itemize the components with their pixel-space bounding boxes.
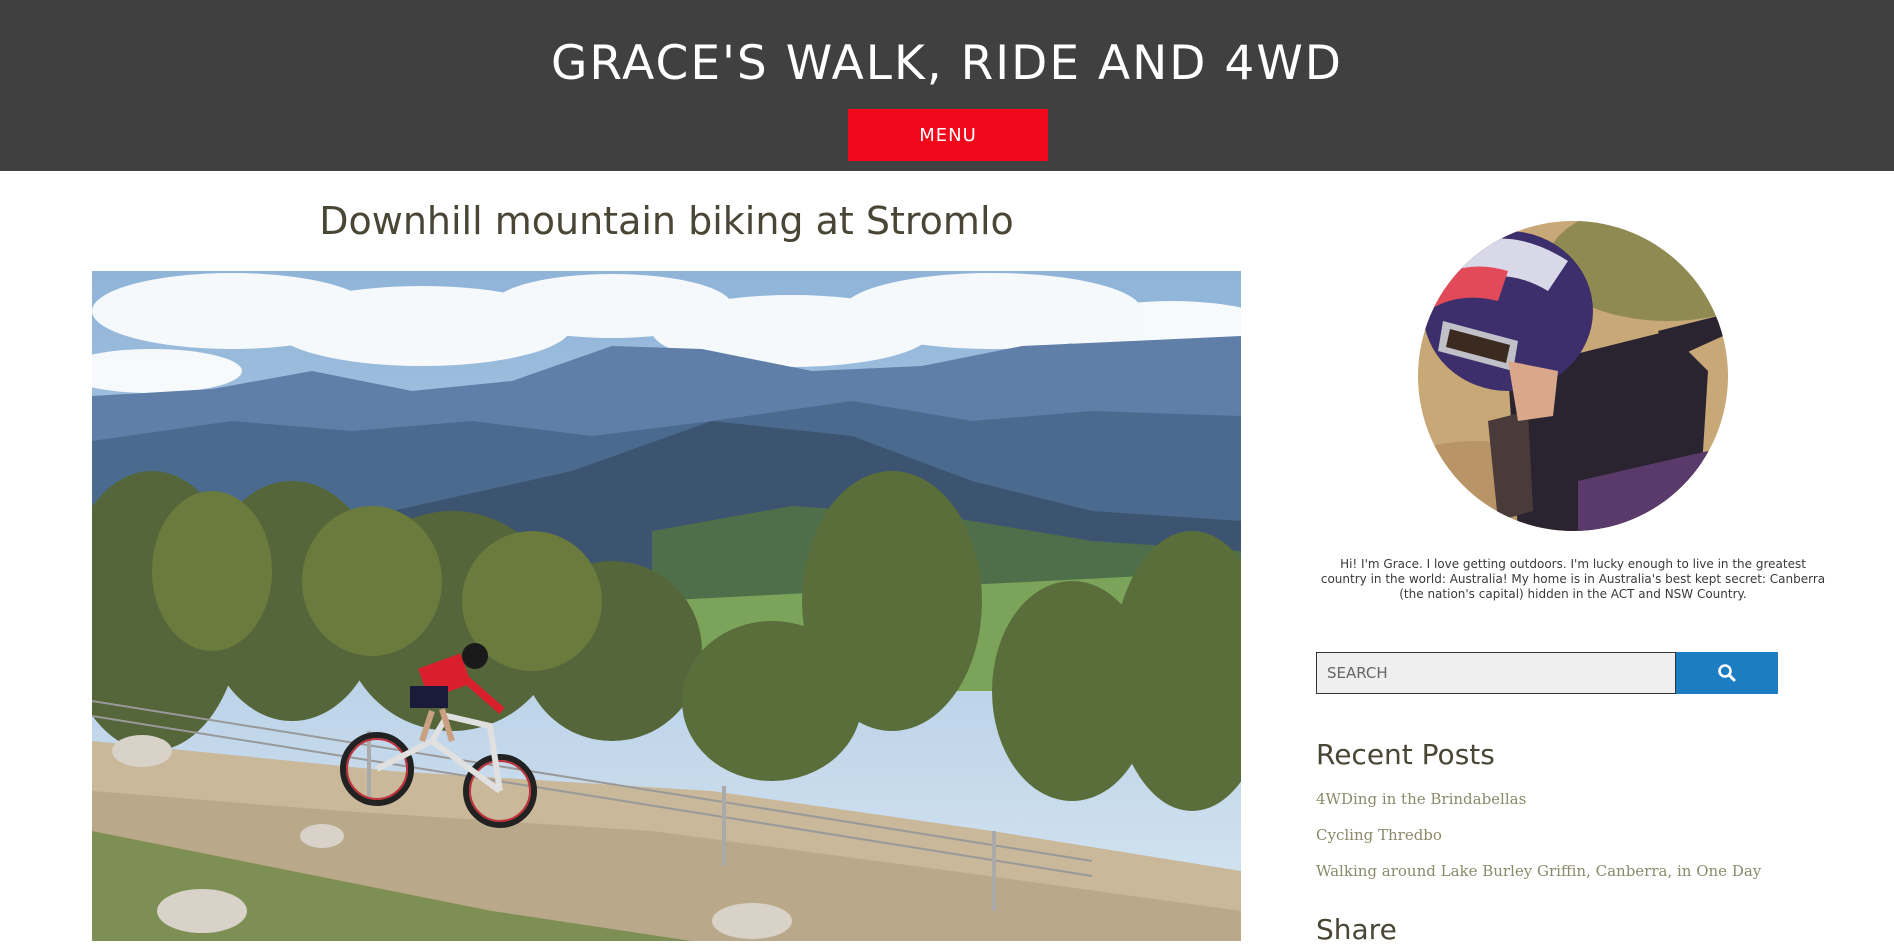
- list-item: 4WDing in the Brindabellas: [1316, 785, 1761, 821]
- search-icon: [1718, 664, 1736, 682]
- site-title[interactable]: GRACE'S WALK, RIDE AND 4WD: [0, 34, 1894, 94]
- search-input[interactable]: [1316, 652, 1676, 694]
- recent-post-link[interactable]: Walking around Lake Burley Griffin, Canb…: [1316, 862, 1761, 880]
- post-hero-image: [92, 271, 1241, 941]
- recent-posts-title: Recent Posts: [1316, 738, 1495, 771]
- recent-posts-list: 4WDing in the Brindabellas Cycling Thred…: [1316, 785, 1761, 893]
- site-header: GRACE'S WALK, RIDE AND 4WD MENU: [0, 0, 1894, 171]
- list-item: Cycling Thredbo: [1316, 821, 1761, 857]
- recent-post-link[interactable]: 4WDing in the Brindabellas: [1316, 790, 1526, 808]
- share-title: Share: [1316, 913, 1397, 946]
- menu-button[interactable]: MENU: [848, 109, 1048, 161]
- post-title: Downhill mountain biking at Stromlo: [319, 199, 1014, 243]
- mountain-biker-photo: [92, 271, 1241, 941]
- recent-post-link[interactable]: Cycling Thredbo: [1316, 826, 1442, 844]
- author-bio: Hi! I'm Grace. I love getting outdoors. …: [1320, 557, 1826, 601]
- profile-avatar: [1418, 221, 1728, 531]
- search-button[interactable]: [1676, 652, 1778, 694]
- search-form: [1316, 652, 1778, 694]
- list-item: Walking around Lake Burley Griffin, Canb…: [1316, 857, 1761, 893]
- profile-photo-icon: [1418, 221, 1728, 531]
